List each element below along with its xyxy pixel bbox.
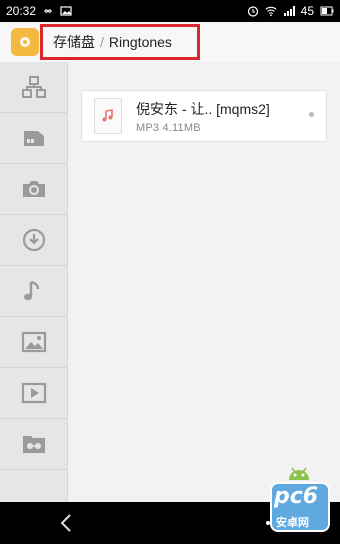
folder-icon [20,37,30,47]
file-manager-app-icon[interactable] [11,28,39,56]
sidebar-item-private[interactable] [0,419,67,470]
battery-icon [320,6,334,16]
status-bar: 20:32 45 [0,0,340,22]
chevron-left-icon [60,514,71,532]
sidebar [0,62,68,502]
status-time: 20:32 [6,4,37,18]
wifi-icon [265,6,277,17]
sidebar-item-images[interactable] [0,317,67,368]
file-name: 倪安东 - 让.. [mqms2] [136,100,270,117]
watermark-brand: pc6 [274,484,319,509]
back-button[interactable] [54,511,78,535]
breadcrumb-root[interactable]: 存储盘 [53,32,95,52]
camera-icon [22,181,45,197]
music-file-icon [94,98,122,134]
battery-level: 45 [300,4,314,18]
network-icon [21,76,46,98]
sidebar-item-music[interactable] [0,266,67,317]
file-meta: MP3 4.11MB [136,121,201,134]
sidebar-item-camera[interactable] [0,164,67,215]
infinity-icon [44,9,52,13]
private-folder-icon [22,436,45,453]
alarm-icon [247,6,258,17]
sidebar-item-sd-card[interactable] [0,113,67,164]
watermark-logo: pc6 安卓网 [268,460,334,540]
video-icon [21,382,46,404]
sidebar-item-video[interactable] [0,368,67,419]
download-icon [22,228,45,252]
music-icon [23,280,39,301]
signal-icon [283,6,295,16]
file-list: 倪安东 - 让.. [mqms2] MP3 4.11MB [68,62,340,502]
more-options-icon[interactable] [309,112,314,117]
breadcrumb: 存储盘 / Ringtones [40,24,200,60]
breadcrumb-current[interactable]: Ringtones [109,34,172,50]
sd-card-icon [23,131,44,146]
image-icon [21,331,46,353]
android-mascot-icon [289,467,309,480]
watermark-subtitle: 安卓网 [276,517,309,529]
header: 存储盘 / Ringtones [0,22,340,62]
breadcrumb-separator: / [100,34,104,50]
image-notification-icon [60,6,72,16]
list-item[interactable]: 倪安东 - 让.. [mqms2] MP3 4.11MB [81,90,327,142]
sidebar-item-network[interactable] [0,62,67,113]
sidebar-item-download[interactable] [0,215,67,266]
